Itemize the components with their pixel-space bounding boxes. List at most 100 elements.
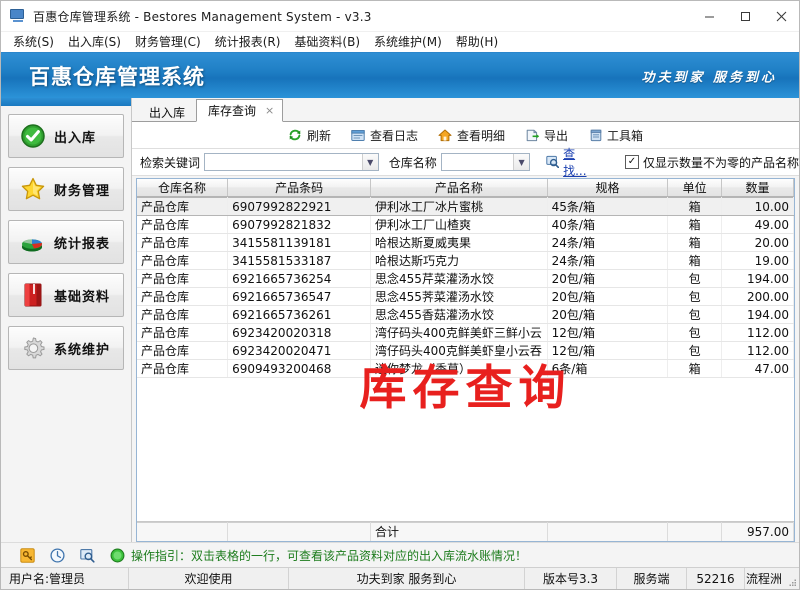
table-row[interactable]: 产品仓库 3415581139181 哈根达斯夏威夷果 24条/箱 箱 20.0… (137, 233, 794, 252)
refresh-icon (288, 128, 303, 143)
status-flow: 流程洲 (746, 572, 783, 586)
find-button[interactable]: 查找... (546, 145, 597, 179)
power-icon[interactable] (109, 547, 125, 563)
toolbar-button-label: 导出 (544, 128, 569, 143)
clock-icon[interactable] (49, 547, 65, 563)
chevron-down-icon[interactable]: ▼ (513, 154, 530, 170)
filter-bar: 检索关键词 ▼ 仓库名称 ▼ 查找... ✓ 仅显示数量不为零的产品名称 (132, 147, 799, 178)
cell-unit: 包 (667, 305, 722, 324)
column-header-spec[interactable]: 规格 (547, 179, 669, 197)
toolbar-button-label: 查看日志 (369, 128, 418, 143)
menu-item-inout[interactable]: 出入库(S) (61, 33, 128, 52)
cell-product: 伊利冰工厂山楂爽 (370, 215, 548, 234)
export-button[interactable]: 导出 (525, 127, 568, 144)
cell-barcode: 3415581533187 (227, 251, 372, 270)
cell-warehouse: 产品仓库 (137, 197, 229, 216)
sidebar-item-maintain[interactable]: 系统维护 (8, 326, 124, 370)
content-panel: 出入库 库存查询 × 刷新 查看日志 查看明细 导出 工具箱 检索关键词 ▼ 仓… (132, 98, 799, 542)
column-header-product[interactable]: 产品名称 (370, 179, 548, 197)
cell-barcode: 6921665736547 (227, 287, 372, 306)
cell-unit: 箱 (667, 197, 722, 216)
tab-label: 库存查询 (208, 104, 257, 118)
cell-qty: 194.00 (721, 269, 794, 288)
key-icon[interactable] (19, 547, 35, 563)
column-header-qty[interactable]: 数量 (721, 179, 794, 197)
find-label: 查找... (563, 147, 587, 178)
sidebar-item-inout[interactable]: 出入库 (8, 114, 124, 158)
cell-warehouse: 产品仓库 (137, 215, 229, 234)
status-bar: 用户名:管理员 欢迎使用 功夫到家 服务到心 版本号3.3 服务端 52216 … (1, 567, 799, 589)
sidebar-item-basedata[interactable]: 基础资料 (8, 273, 124, 317)
cell-unit: 包 (667, 287, 722, 306)
body-area: 出入库 财务管理 统计报表 基础资料 系统维护 出入库 库存查询 × 刷新 查看… (1, 98, 799, 542)
cell-spec: 20包/箱 (547, 305, 669, 324)
cell-product: 思念455芹菜灌汤水饺 (370, 269, 548, 288)
status-welcome: 欢迎使用 (129, 568, 289, 589)
menu-item-system[interactable]: 系统(S) (6, 33, 61, 52)
banner-title: 百惠仓库管理系统 (29, 64, 205, 89)
tab-close-icon[interactable]: × (265, 105, 274, 116)
status-slogan: 功夫到家 服务到心 (289, 568, 525, 589)
cell-spec: 40条/箱 (547, 215, 669, 234)
cell-spec: 24条/箱 (547, 233, 669, 252)
minimize-button[interactable] (691, 1, 727, 31)
menu-item-finance[interactable]: 财务管理(C) (128, 33, 208, 52)
column-header-unit[interactable]: 单位 (667, 179, 722, 197)
sidebar-item-finance[interactable]: 财务管理 (8, 167, 124, 211)
resize-grip-icon[interactable] (783, 568, 799, 589)
app-banner: 百惠仓库管理系统 功夫到家 服务到心 (1, 52, 799, 98)
cell-product: 哈根达斯夏威夷果 (370, 233, 548, 252)
status-user: 用户名:管理员 (1, 568, 129, 589)
cell-qty: 47.00 (721, 359, 794, 378)
table-row[interactable]: 产品仓库 6921665736261 思念455香菇灌汤水饺 20包/箱 包 1… (137, 305, 794, 324)
table-row[interactable]: 产品仓库 6907992821832 伊利冰工厂山楂爽 40条/箱 箱 49.0… (137, 215, 794, 234)
table-row[interactable]: 产品仓库 6909493200468 迷你梦龙（香草） 6条/箱 箱 47.00 (137, 359, 794, 378)
search-icon (546, 153, 560, 172)
menu-item-maintain[interactable]: 系统维护(M) (367, 33, 449, 52)
green-check-icon (18, 122, 48, 150)
toolbox-button[interactable]: 工具箱 (588, 127, 643, 144)
cell-unit: 箱 (667, 359, 722, 378)
close-button[interactable] (763, 1, 799, 31)
warehouse-combobox[interactable]: ▼ (440, 153, 531, 171)
cell-spec: 12包/箱 (547, 323, 669, 342)
menu-item-basedata[interactable]: 基础资料(B) (287, 33, 367, 52)
sidebar-list: 出入库 财务管理 统计报表 基础资料 系统维护 (1, 106, 131, 379)
grid-total-table: 合计 957.00 (137, 521, 794, 541)
table-row[interactable]: 产品仓库 3415581533187 哈根达斯巧克力 24条/箱 箱 19.00 (137, 251, 794, 270)
search-keyword-combobox[interactable]: ▼ (204, 153, 379, 171)
table-row[interactable]: 产品仓库 6907992822921 伊利冰工厂冰片蜜桃 45条/箱 箱 10.… (137, 197, 794, 216)
table-row[interactable]: 产品仓库 6923420020318 湾仔码头400克鲜美虾三鲜小云 12包/箱… (137, 323, 794, 342)
cell-qty: 112.00 (721, 323, 794, 342)
cell-qty: 49.00 (721, 215, 794, 234)
sidebar-item-label: 财务管理 (54, 183, 111, 199)
maximize-button[interactable] (727, 1, 763, 31)
cell-barcode: 3415581139181 (227, 233, 372, 252)
table-row[interactable]: 产品仓库 6921665736254 思念455芹菜灌汤水饺 20包/箱 包 1… (137, 269, 794, 288)
view-log-button[interactable]: 查看日志 (351, 127, 418, 144)
refresh-button[interactable]: 刷新 (288, 127, 331, 144)
status-port: 52216 (687, 568, 745, 589)
sidebar-item-reports[interactable]: 统计报表 (8, 220, 124, 264)
table-row[interactable]: 产品仓库 6923420020471 湾仔码头400克鲜美虾皇小云吞 12包/箱… (137, 341, 794, 360)
nonzero-filter-checkbox[interactable]: ✓ 仅显示数量不为零的产品名称 (624, 154, 799, 171)
cell-spec: 45条/箱 (547, 197, 669, 216)
column-header-warehouse[interactable]: 仓库名称 (137, 179, 229, 197)
banner-slogan: 功夫到家 服务到心 (641, 70, 777, 85)
window-title: 百惠仓库管理系统 - Bestores Management System - … (33, 9, 372, 24)
table-row[interactable]: 产品仓库 6921665736547 思念455荠菜灌汤水饺 20包/箱 包 2… (137, 287, 794, 306)
view-detail-button[interactable]: 查看明细 (438, 127, 505, 144)
menu-item-reports[interactable]: 统计报表(R) (208, 33, 288, 52)
cell-warehouse: 产品仓库 (137, 287, 229, 306)
total-value: 957.00 (721, 521, 794, 541)
cell-qty: 10.00 (721, 197, 794, 216)
tip-bar: 操作指引：双击表格的一行，可查看该产品资料对应的出入库流水账情况！ (1, 542, 799, 567)
column-header-barcode[interactable]: 产品条码 (227, 179, 372, 197)
chevron-down-icon[interactable]: ▼ (361, 154, 378, 170)
tab-inout[interactable]: 出入库 (138, 102, 196, 122)
tab-inventory-query[interactable]: 库存查询 × (196, 99, 284, 122)
search-window-icon[interactable] (79, 547, 95, 563)
cell-warehouse: 产品仓库 (137, 251, 229, 270)
menu-item-help[interactable]: 帮助(H) (449, 33, 505, 52)
cell-product: 思念455荠菜灌汤水饺 (370, 287, 548, 306)
